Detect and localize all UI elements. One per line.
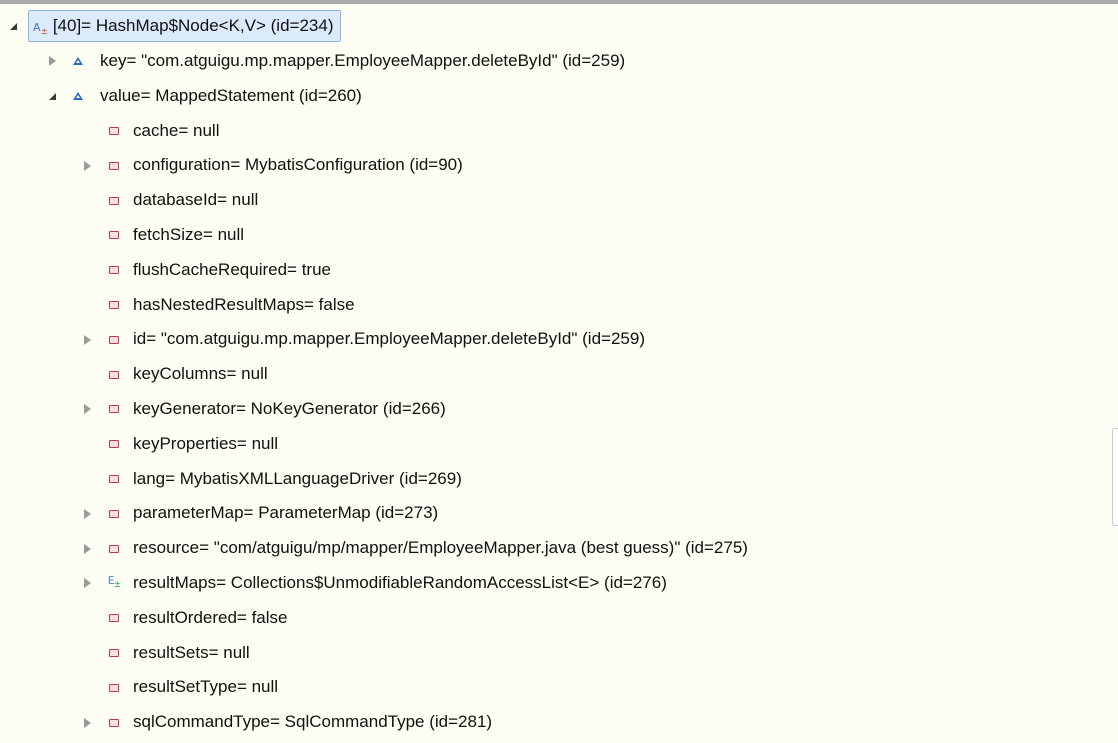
tree-row-field[interactable]: E± resultMaps= Collections$UnmodifiableR… [0, 566, 1100, 601]
expanded-twistie-icon[interactable] [6, 8, 20, 44]
tree-node-label: resource= "com/atguigu/mp/mapper/Employe… [133, 538, 748, 558]
tree-node-label: sqlCommandType= SqlCommandType (id=281) [133, 712, 493, 732]
field-icon [108, 392, 120, 427]
field-icon [108, 148, 120, 183]
tree-node-label: hasNestedResultMaps= false [133, 294, 355, 314]
collapsed-twistie-icon[interactable] [80, 148, 94, 183]
collapsed-twistie-icon[interactable] [80, 531, 94, 566]
tree-row-field[interactable]: id= "com.atguigu.mp.mapper.EmployeeMappe… [0, 322, 1100, 357]
view-top-border [0, 0, 1118, 4]
tree-node-label: configuration= MybatisConfiguration (id=… [133, 155, 463, 175]
final-field-icon [72, 79, 84, 114]
collapsed-twistie-icon[interactable] [80, 705, 94, 740]
tree-node-label: cache= null [133, 120, 220, 140]
field-icon [108, 357, 120, 392]
tree-row-field[interactable]: resultSets= null [0, 636, 1100, 671]
tree-row-field[interactable]: parameterMap= ParameterMap (id=273) [0, 496, 1100, 531]
tree-row-field[interactable]: cache= null [0, 114, 1100, 149]
tree-node-label: keyProperties= null [133, 433, 279, 453]
collapsed-twistie-icon[interactable] [45, 44, 59, 79]
tree-node-label: id= "com.atguigu.mp.mapper.EmployeeMappe… [133, 329, 645, 349]
tree-node-label: value= MappedStatement (id=260) [100, 85, 362, 105]
field-icon [108, 322, 120, 357]
root-node-label: [40]= HashMap$Node<K,V> (id=234) [52, 16, 334, 35]
field-icon [108, 670, 120, 705]
field-icon [108, 601, 120, 636]
tree-row-field[interactable]: lang= MybatisXMLLanguageDriver (id=269) [0, 462, 1100, 497]
list-icon: E± [107, 574, 121, 591]
tree-node-label: flushCacheRequired= true [133, 259, 331, 279]
expanded-twistie-icon[interactable] [45, 79, 59, 114]
tree-row-key[interactable]: key= "com.atguigu.mp.mapper.EmployeeMapp… [0, 44, 1100, 79]
tree-node-label: resultMaps= Collections$UnmodifiableRand… [133, 572, 667, 592]
tree-node-label: keyGenerator= NoKeyGenerator (id=266) [133, 398, 446, 418]
field-icon [108, 253, 120, 288]
tree-node-label: lang= MybatisXMLLanguageDriver (id=269) [133, 468, 462, 488]
final-field-icon [72, 44, 84, 79]
field-icon [108, 288, 120, 323]
field-icon [108, 462, 120, 497]
tree-node-label: fetchSize= null [133, 224, 245, 244]
tree-row-field[interactable]: hasNestedResultMaps= false [0, 288, 1100, 323]
tree-node-label: databaseId= null [133, 190, 259, 210]
tree-node-label: keyColumns= null [133, 364, 268, 384]
tree-row-field[interactable]: keyProperties= null [0, 427, 1100, 462]
tree-row-field[interactable]: sqlCommandType= SqlCommandType (id=281) [0, 705, 1100, 740]
tree-row-value[interactable]: value= MappedStatement (id=260) [0, 79, 1100, 114]
field-icon [108, 636, 120, 671]
collapsed-twistie-icon[interactable] [80, 392, 94, 427]
collapsed-twistie-icon[interactable] [80, 566, 94, 601]
tree-node-label: key= "com.atguigu.mp.mapper.EmployeeMapp… [100, 51, 626, 70]
vertical-scrollbar-thumb[interactable] [1112, 428, 1118, 526]
map-entry-icon: A± [33, 21, 49, 38]
variables-tree[interactable]: A± [40]= HashMap$Node<K,V> (id=234) key=… [0, 8, 1100, 740]
tree-row-field[interactable]: resultSetType= null [0, 670, 1100, 705]
field-icon [108, 496, 120, 531]
tree-row-field[interactable]: resultOrdered= false [0, 601, 1100, 636]
collapsed-twistie-icon[interactable] [80, 496, 94, 531]
selected-node[interactable]: A± [40]= HashMap$Node<K,V> (id=234) [28, 10, 341, 42]
tree-row-field[interactable]: databaseId= null [0, 183, 1100, 218]
tree-node-label: resultSetType= null [133, 677, 279, 697]
tree-row-root[interactable]: A± [40]= HashMap$Node<K,V> (id=234) [0, 8, 1100, 44]
field-icon [108, 531, 120, 566]
field-icon [108, 183, 120, 218]
field-icon [108, 427, 120, 462]
field-icon [108, 705, 120, 740]
tree-node-label: resultOrdered= false [133, 607, 288, 627]
tree-row-field[interactable]: resource= "com/atguigu/mp/mapper/Employe… [0, 531, 1100, 566]
tree-row-field[interactable]: fetchSize= null [0, 218, 1100, 253]
tree-node-label: parameterMap= ParameterMap (id=273) [133, 503, 439, 523]
tree-row-field[interactable]: flushCacheRequired= true [0, 253, 1100, 288]
collapsed-twistie-icon[interactable] [80, 322, 94, 357]
tree-row-field[interactable]: keyColumns= null [0, 357, 1100, 392]
field-icon [108, 114, 120, 149]
tree-row-field[interactable]: configuration= MybatisConfiguration (id=… [0, 148, 1100, 183]
tree-row-field[interactable]: keyGenerator= NoKeyGenerator (id=266) [0, 392, 1100, 427]
field-icon [108, 218, 120, 253]
tree-node-label: resultSets= null [133, 642, 250, 662]
